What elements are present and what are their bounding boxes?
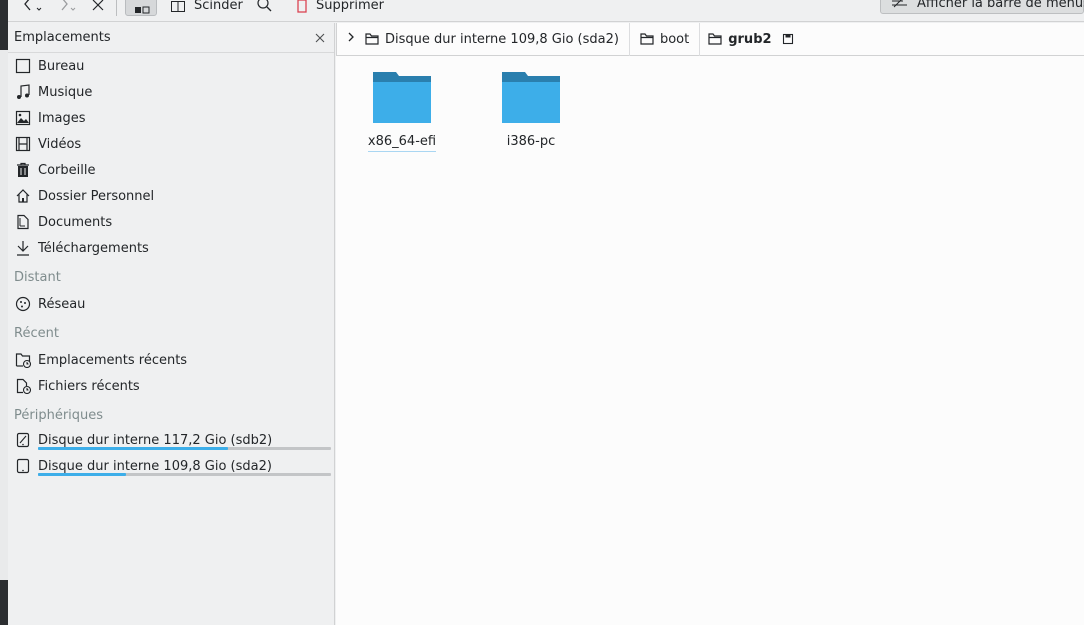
place-label: Emplacements récents — [38, 352, 188, 368]
delete-icon — [296, 0, 308, 13]
place-label: Fichiers récents — [38, 378, 140, 394]
place-label: Corbeille — [38, 162, 96, 178]
file-name: i386-pc — [506, 134, 556, 149]
drive-icon — [14, 431, 32, 449]
delete-label: Supprimer — [316, 0, 384, 13]
back-button[interactable] — [22, 0, 46, 16]
trash-icon — [14, 161, 32, 179]
network-icon — [14, 295, 32, 313]
window-edge — [0, 0, 8, 625]
place-label: Téléchargements — [38, 240, 149, 256]
forward-icon — [58, 0, 82, 14]
device-label: Disque dur interne 117,2 Gio (sdb2) — [38, 432, 273, 448]
document-icon — [14, 213, 32, 231]
split-label: Scinder — [194, 0, 243, 13]
split-view-icon — [170, 0, 186, 13]
group-title-recent: Récent — [14, 326, 59, 341]
breadcrumb-root-arrow[interactable] — [337, 23, 365, 56]
breadcrumb-label: boot — [659, 31, 690, 47]
file-name: x86_64-efi — [367, 134, 437, 152]
place-item-videos[interactable]: Vidéos — [14, 133, 81, 155]
edit-location-icon[interactable] — [782, 33, 794, 45]
place-item-musique[interactable]: Musique — [14, 81, 92, 103]
menubar-icon — [891, 0, 909, 13]
breadcrumb-label: grub2 — [728, 31, 772, 47]
icons-view-icon — [134, 3, 150, 18]
place-item-reseau[interactable]: Réseau — [14, 293, 85, 315]
place-item-bureau[interactable]: Bureau — [14, 55, 84, 77]
music-icon — [14, 83, 32, 101]
breadcrumb-item-boot[interactable]: boot — [630, 22, 701, 56]
place-label: Vidéos — [38, 136, 82, 152]
image-icon — [14, 109, 32, 127]
folder-small-icon — [708, 33, 722, 45]
back-icon — [22, 0, 46, 14]
breadcrumb-item-sda2[interactable]: Disque dur interne 109,8 Gio (sda2) — [365, 22, 630, 56]
folder-icon — [501, 70, 561, 128]
search-button[interactable] — [256, 0, 274, 16]
capacity-fill — [38, 447, 229, 450]
view-mode-button[interactable] — [125, 0, 157, 16]
group-title-peripheriques: Périphériques — [14, 408, 104, 423]
folder-small-icon — [365, 33, 379, 45]
capacity-fill — [38, 473, 126, 476]
recent-folder-icon — [14, 351, 32, 369]
places-panel-header: Emplacements — [8, 23, 334, 53]
folder-icon — [372, 70, 432, 128]
breadcrumb-item-grub2[interactable]: grub2 — [700, 23, 803, 56]
place-item-emplacements-recents[interactable]: Emplacements récents — [14, 349, 187, 371]
place-label: Musique — [38, 84, 93, 100]
toolbar-separator — [116, 0, 117, 16]
main-view: Disque dur interne 109,8 Gio (sda2) boot… — [336, 22, 1084, 625]
recent-file-icon — [14, 377, 32, 395]
place-label: Bureau — [38, 58, 85, 74]
breadcrumb-label: Disque dur interne 109,8 Gio (sda2) — [385, 31, 619, 47]
place-item-images[interactable]: Images — [14, 107, 86, 129]
home-icon — [14, 187, 32, 205]
video-icon — [14, 135, 32, 153]
panel-title: Emplacements — [14, 30, 111, 45]
place-label: Réseau — [38, 296, 86, 312]
delete-button[interactable]: Supprimer — [296, 0, 384, 16]
place-label: Documents — [38, 214, 113, 230]
chevron-right-icon — [346, 31, 356, 47]
place-label: Images — [38, 110, 86, 126]
desktop-icon — [14, 57, 32, 75]
breadcrumb: Disque dur interne 109,8 Gio (sda2) boot… — [336, 22, 1084, 56]
group-title-distant: Distant — [14, 270, 61, 285]
close-icon — [90, 0, 106, 13]
device-capacity-bar-sdb2 — [38, 447, 331, 450]
drive-icon — [14, 457, 32, 475]
place-label: Dossier Personnel — [38, 188, 155, 204]
file-item-x86-64-efi[interactable]: x86_64-efi — [357, 70, 447, 152]
close-panel-icon[interactable] — [312, 30, 328, 46]
place-item-fichiers-recents[interactable]: Fichiers récents — [14, 375, 140, 397]
folder-small-icon — [640, 33, 654, 45]
places-panel: Emplacements Bureau Musique Images Vidéo… — [8, 23, 335, 625]
device-capacity-bar-sda2 — [38, 473, 331, 476]
place-item-corbeille[interactable]: Corbeille — [14, 159, 95, 181]
toolbar: Scinder Supprimer Afficher la barre de m… — [8, 0, 1084, 22]
show-menubar-button[interactable]: Afficher la barre de menus — [880, 0, 1084, 14]
place-item-documents[interactable]: Documents — [14, 211, 112, 233]
forward-button[interactable] — [58, 0, 82, 16]
menubar-label: Afficher la barre de menus — [917, 0, 1084, 11]
close-tab-button[interactable] — [90, 0, 106, 16]
device-label: Disque dur interne 109,8 Gio (sda2) — [38, 458, 272, 474]
split-button[interactable]: Scinder — [170, 0, 243, 16]
place-item-telechargements[interactable]: Téléchargements — [14, 237, 149, 259]
download-icon — [14, 239, 32, 257]
search-icon — [256, 0, 274, 13]
file-item-i386-pc[interactable]: i386-pc — [486, 70, 576, 152]
place-item-dossier-personnel[interactable]: Dossier Personnel — [14, 185, 154, 207]
